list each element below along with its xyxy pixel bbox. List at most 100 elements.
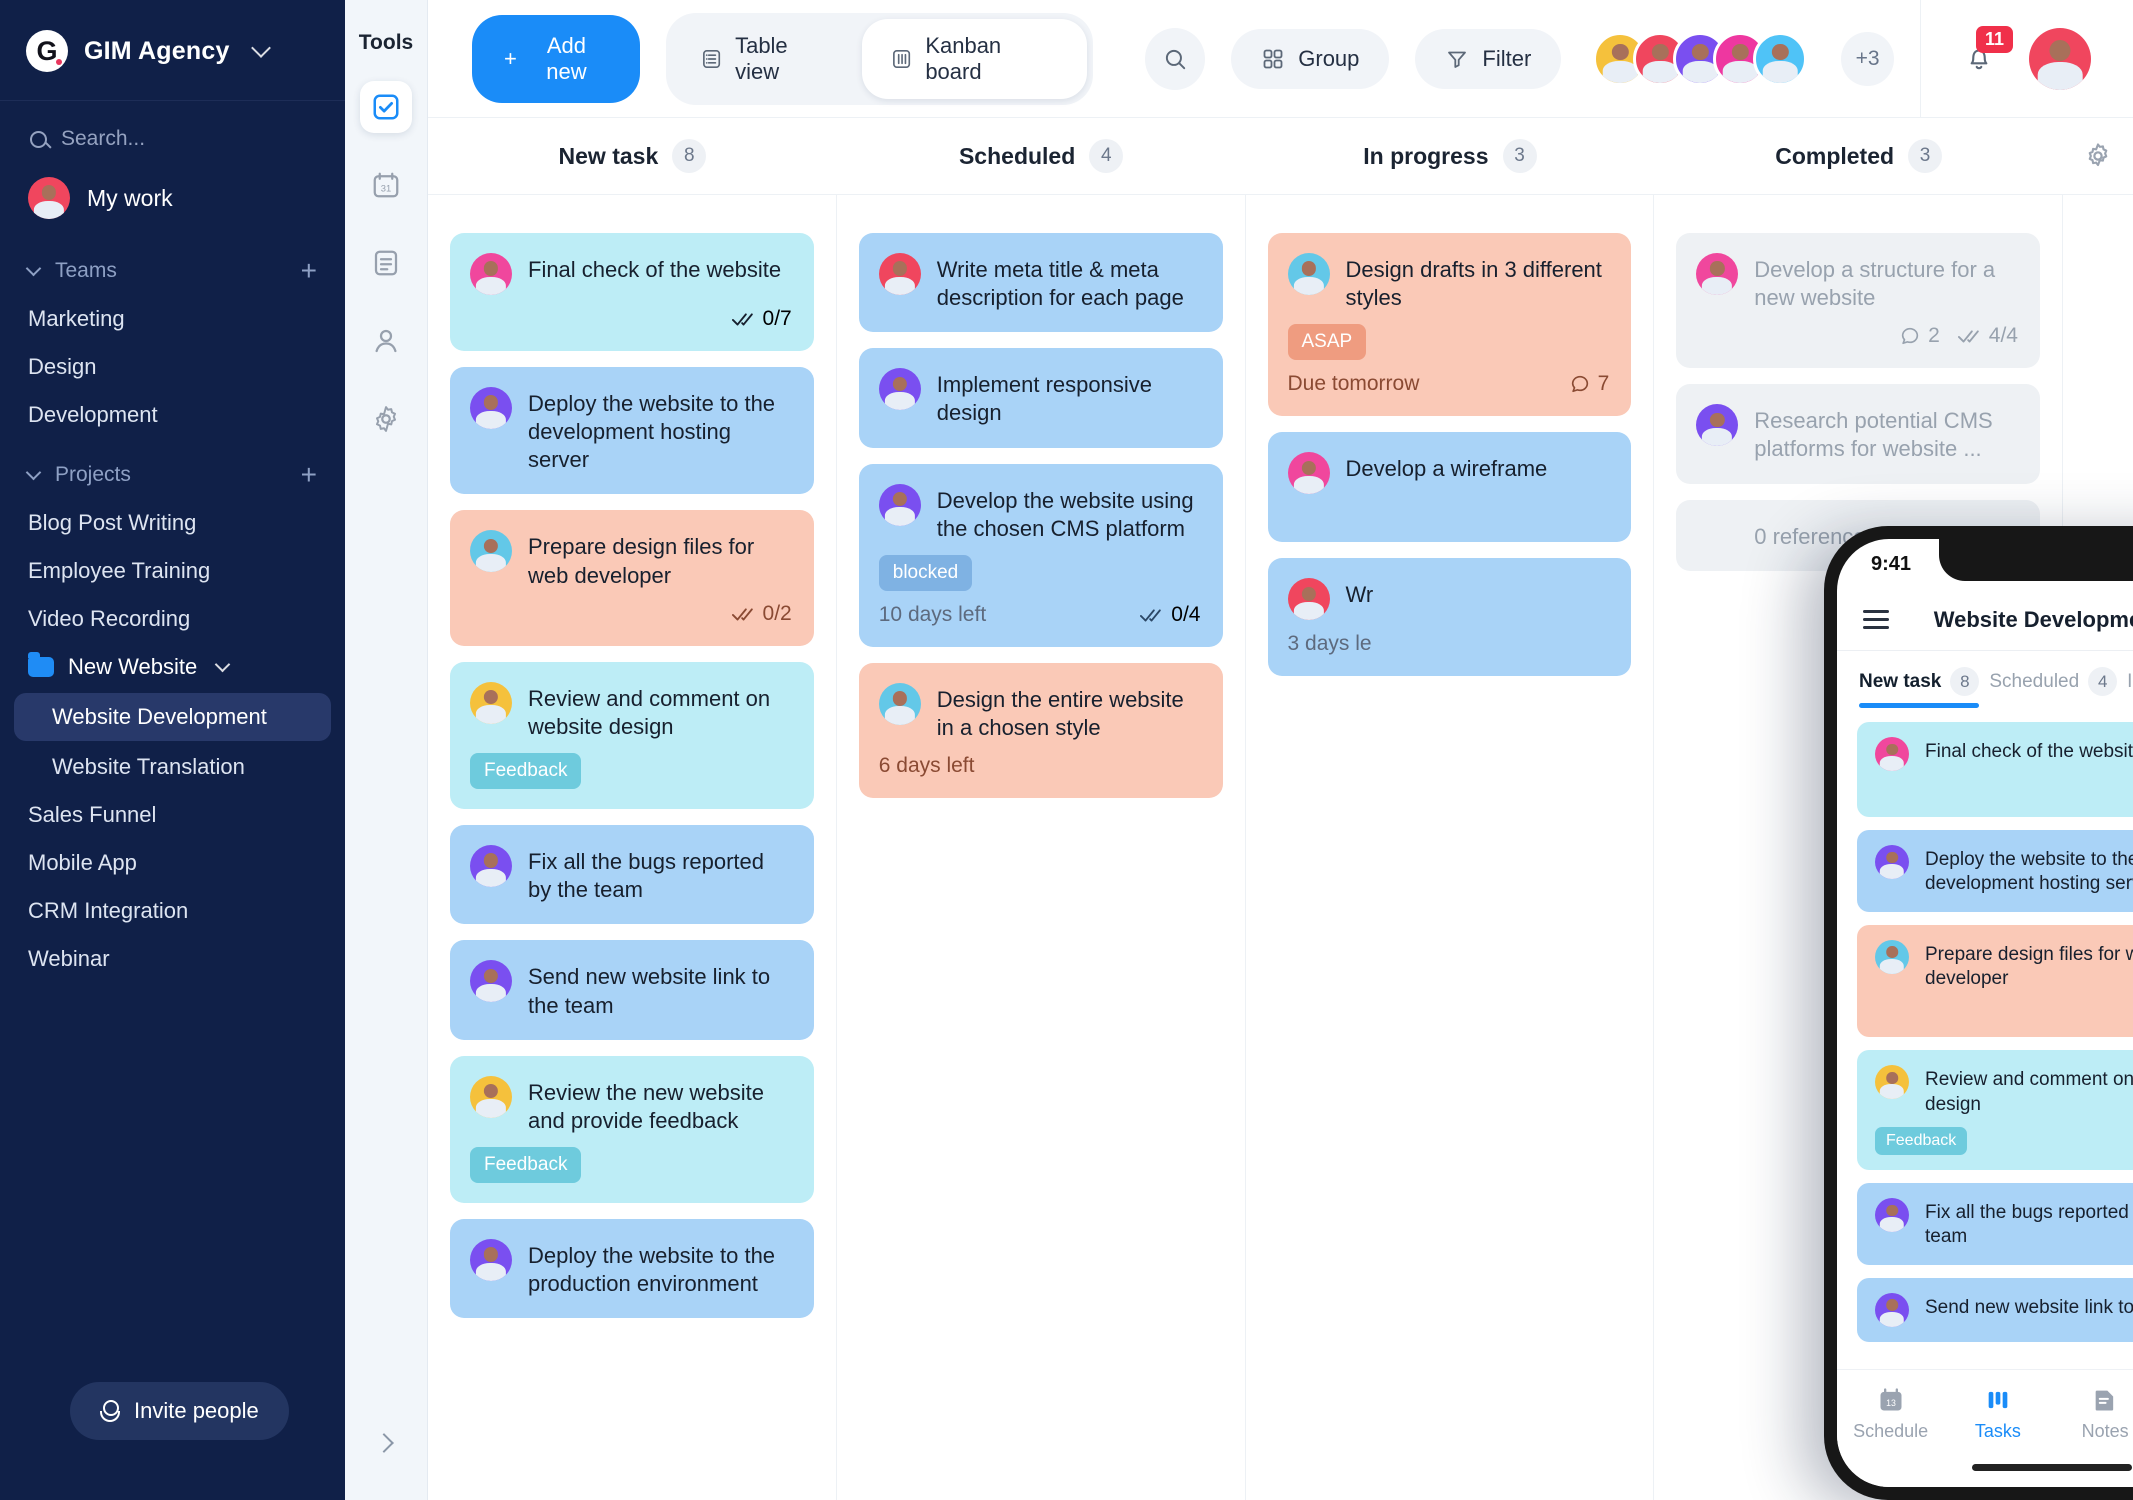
task-card[interactable]: Develop the website using the chosen CMS…: [858, 463, 1223, 647]
task-card[interactable]: Review and comment on website design Fee…: [450, 661, 814, 810]
column-count: 3: [1908, 139, 1943, 173]
task-card[interactable]: Wr 3 days le: [1267, 558, 1632, 677]
notifications-button[interactable]: 11: [1963, 26, 2013, 77]
comment-count: 2: [1899, 324, 1940, 348]
search-input[interactable]: Search...: [0, 101, 345, 165]
task-card[interactable]: Deploy the website to the development ho…: [450, 367, 814, 495]
sidebar-item-website-translation[interactable]: Website Translation: [0, 743, 345, 791]
sidebar-section-projects[interactable]: Projects +: [0, 439, 345, 499]
task-card[interactable]: Implement responsive design: [858, 348, 1223, 448]
sidebar-item-webinar[interactable]: Webinar: [0, 935, 345, 983]
user-avatar[interactable]: [2029, 27, 2091, 90]
column-header-in-progress[interactable]: In progress 3: [1246, 139, 1655, 173]
tool-person[interactable]: [360, 315, 412, 367]
phone-task-list: Final check of the website 0/7: [1837, 708, 2133, 1342]
avatar: [470, 387, 512, 429]
check-square-icon: [373, 94, 399, 120]
task-card[interactable]: Write meta title & meta description for …: [858, 233, 1223, 333]
task-card[interactable]: Design drafts in 3 different styles ASAP…: [1267, 233, 1632, 417]
task-card[interactable]: Develop a structure for a new website 2: [1676, 233, 2040, 369]
tab-kanban-board[interactable]: Kanban board: [862, 18, 1087, 99]
phone-task-card[interactable]: Fix all the bugs reported by the team: [1857, 1182, 2133, 1265]
sidebar-item-design[interactable]: Design: [0, 343, 345, 391]
tool-settings[interactable]: [360, 393, 412, 445]
hamburger-icon[interactable]: [1863, 605, 1889, 634]
tab-table-view[interactable]: Table view: [672, 19, 862, 99]
task-card[interactable]: Review the new website and provide feedb…: [450, 1055, 814, 1204]
sidebar-item-my-work[interactable]: My work: [0, 165, 345, 235]
avatar: [1875, 1065, 1909, 1100]
phone-tab-schedule[interactable]: 13 Schedule: [1837, 1386, 1944, 1442]
phone-task-card[interactable]: Prepare design files for web developer 0…: [1857, 924, 2133, 1038]
sidebar-folder-new-website[interactable]: New Website: [0, 643, 345, 691]
avatar: [1753, 31, 1808, 86]
phone-task-card[interactable]: Send new website link to the team: [1857, 1277, 2133, 1342]
phone-tab-in-progress[interactable]: In progress 3: [2127, 667, 2133, 708]
column-header-completed[interactable]: Completed 3: [1654, 139, 2063, 173]
task-title: Review and comment on website design: [528, 685, 771, 739]
sidebar-item-label: My work: [87, 184, 173, 211]
phone-tab-scheduled[interactable]: Scheduled 4: [1989, 667, 2118, 708]
phone-tab-new-task[interactable]: New task 8: [1859, 667, 1980, 708]
checklist-value: 0/4: [1171, 602, 1201, 626]
sidebar-item-marketing[interactable]: Marketing: [0, 295, 345, 343]
task-title: Write meta title & meta description for …: [936, 257, 1184, 311]
column-header-new-task[interactable]: New task 8: [428, 139, 837, 173]
table-icon: [702, 49, 721, 68]
sidebar-item-mobile-app[interactable]: Mobile App: [0, 839, 345, 887]
task-card[interactable]: Send new website link to the team: [450, 940, 814, 1040]
sidebar-section-teams[interactable]: Teams +: [0, 235, 345, 295]
add-team-button[interactable]: +: [301, 257, 317, 285]
sidebar-item-development[interactable]: Development: [0, 391, 345, 439]
sidebar-item-video-recording[interactable]: Video Recording: [0, 595, 345, 643]
section-label: Projects: [55, 463, 131, 486]
phone-tab-notes[interactable]: Notes: [2052, 1386, 2133, 1442]
more-members-button[interactable]: +3: [1841, 31, 1894, 86]
column-header-scheduled[interactable]: Scheduled 4: [837, 139, 1246, 173]
filter-button[interactable]: Filter: [1415, 28, 1562, 89]
sidebar-item-blog-post-writing[interactable]: Blog Post Writing: [0, 499, 345, 547]
task-title: Final check of the website: [528, 257, 782, 282]
task-title: Prepare design files for web developer: [1925, 943, 2133, 989]
sidebar-item-sales-funnel[interactable]: Sales Funnel: [0, 791, 345, 839]
task-card[interactable]: Design the entire website in a chosen st…: [858, 662, 1223, 799]
svg-text:13: 13: [1886, 1398, 1896, 1408]
task-title: Develop a wireframe: [1345, 456, 1548, 482]
phone-tab-tasks[interactable]: Tasks: [1944, 1386, 2051, 1442]
task-tag: blocked: [878, 554, 973, 591]
invite-people-button[interactable]: Invite people: [70, 1382, 289, 1440]
task-card[interactable]: Research potential CMS platforms for web…: [1676, 384, 2040, 484]
sidebar-item-website-development[interactable]: Website Development: [14, 693, 331, 741]
task-card[interactable]: Deploy the website to the production env…: [450, 1219, 814, 1319]
tool-check-square[interactable]: [360, 81, 412, 133]
phone-task-card[interactable]: Deploy the website to the development ho…: [1857, 830, 2133, 912]
tab-label: Kanban board: [925, 32, 1002, 84]
workspace-switcher[interactable]: G GIM Agency: [0, 0, 345, 101]
expand-rail-button[interactable]: [373, 1430, 399, 1456]
avatar: [470, 845, 512, 888]
tool-notes[interactable]: [360, 237, 412, 289]
task-card[interactable]: Fix all the bugs reported by the team: [450, 825, 814, 925]
task-card[interactable]: Final check of the website 0/7: [450, 233, 814, 351]
sidebar-item-employee-training[interactable]: Employee Training: [0, 547, 345, 595]
phone-task-card[interactable]: Review and comment on website design Fee…: [1857, 1050, 2133, 1170]
board-settings-button[interactable]: [2063, 141, 2133, 171]
phone-task-card[interactable]: Final check of the website 0/7: [1857, 722, 2133, 817]
search-button[interactable]: [1144, 27, 1206, 90]
notes-icon: [2095, 1390, 2114, 1411]
task-card[interactable]: Develop a wireframe: [1267, 432, 1632, 543]
calendar-icon: 31: [373, 172, 399, 198]
member-avatars[interactable]: [1593, 31, 1808, 86]
add-project-button[interactable]: +: [301, 461, 317, 489]
comment-icon: [1901, 328, 1919, 345]
avatar: [1287, 578, 1330, 621]
avatar: [1875, 939, 1909, 974]
sidebar-item-crm-integration[interactable]: CRM Integration: [0, 887, 345, 935]
task-title: Send new website link to the team: [1925, 1296, 2133, 1318]
task-title: Final check of the website: [1925, 741, 2133, 762]
task-title: Design drafts in 3 different styles: [1345, 257, 1602, 311]
group-button[interactable]: Group: [1231, 28, 1390, 89]
tool-calendar[interactable]: 31: [360, 159, 412, 211]
task-card[interactable]: Prepare design files for web developer 0…: [450, 510, 814, 646]
add-new-button[interactable]: + Add new: [472, 14, 640, 103]
